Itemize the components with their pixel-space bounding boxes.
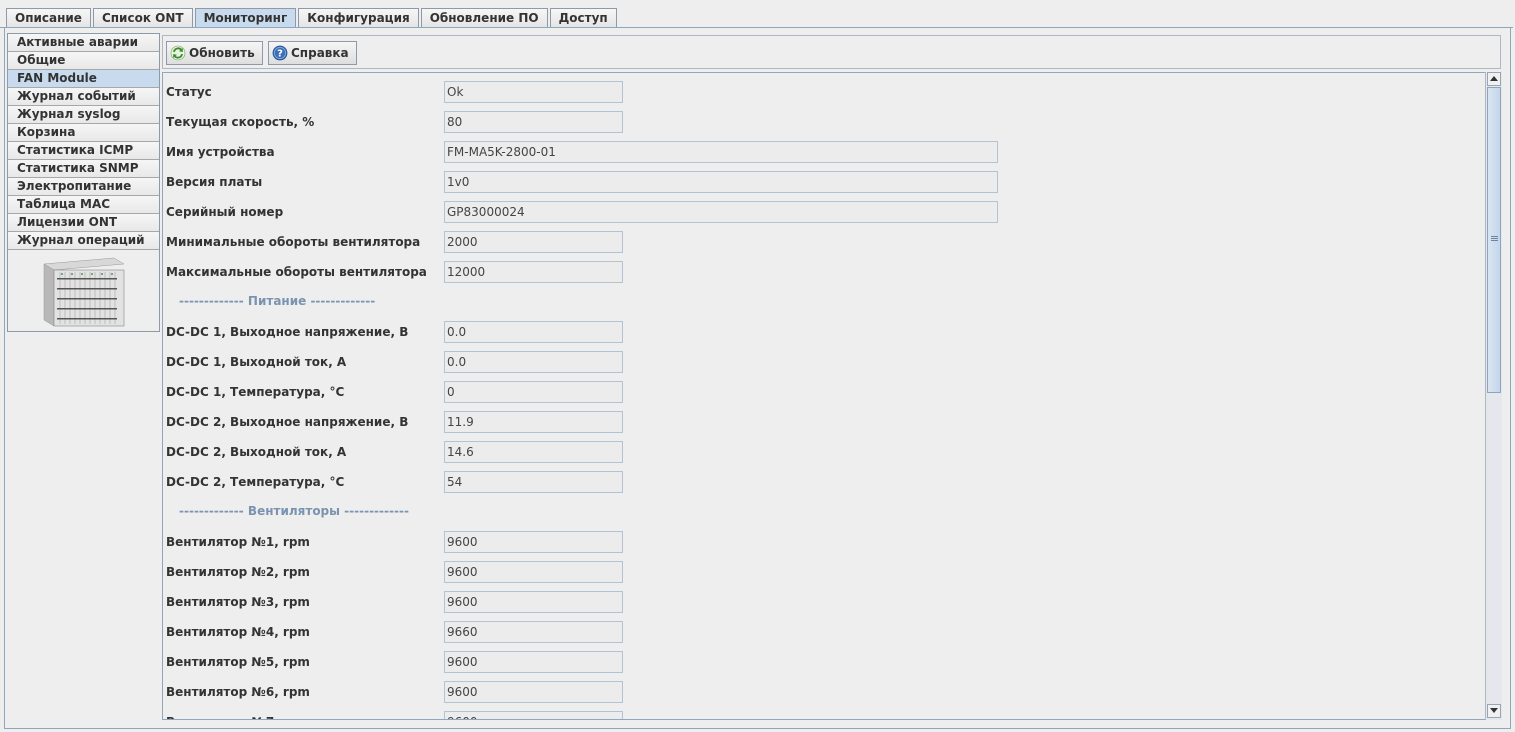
power-section-header: ------------- Питание ------------- (179, 294, 376, 308)
field-label: DC-DC 1, Выходное напряжение, В (166, 325, 409, 339)
fan-1-rpm-field[interactable]: 9600 (444, 531, 623, 553)
refresh-button[interactable]: Обновить (166, 41, 263, 65)
main-tabs: Описание Список ONT Мониторинг Конфигура… (6, 8, 619, 28)
field-label: DC-DC 1, Температура, °C (166, 385, 345, 399)
field-label: Вентилятор №5, rpm (166, 655, 310, 669)
tab-firmware-update[interactable]: Обновление ПО (420, 8, 548, 28)
field-label: Вентилятор №2, rpm (166, 565, 310, 579)
field-label: Текущая скорость, % (166, 115, 315, 129)
dc2-voltage-field[interactable]: 11.9 (444, 411, 623, 433)
tab-monitoring[interactable]: Мониторинг (194, 8, 297, 28)
sidebar-item-ont-licenses[interactable]: Лицензии ONT (8, 214, 159, 232)
field-label: Вентилятор №3, rpm (166, 595, 310, 609)
thumb-grip (1491, 240, 1498, 241)
dc1-current-field[interactable]: 0.0 (444, 351, 623, 373)
max-rpm-field[interactable]: 12000 (444, 261, 623, 283)
sidebar-item-power[interactable]: Электропитание (8, 178, 159, 196)
field-label: Минимальные обороты вентилятора (166, 235, 421, 249)
field-label: Вентилятор №4, rpm (166, 625, 310, 639)
fan-7-rpm-field[interactable]: 9600 (444, 711, 623, 719)
field-label: DC-DC 1, Выходной ток, А (166, 355, 347, 369)
arrow-up-icon (1490, 76, 1498, 81)
svg-text:?: ? (277, 49, 283, 60)
fan-4-rpm-field[interactable]: 9660 (444, 621, 623, 643)
sidebar-item-syslog[interactable]: Журнал syslog (8, 106, 159, 124)
serial-number-field[interactable]: GP83000024 (444, 201, 998, 223)
fans-section-header: ------------- Вентиляторы ------------- (179, 504, 409, 518)
fan-2-rpm-field[interactable]: 9600 (444, 561, 623, 583)
board-version-field[interactable]: 1v0 (444, 171, 998, 193)
sidebar-item-chassis[interactable]: Корзина (8, 124, 159, 142)
field-label: DC-DC 2, Выходной ток, А (166, 445, 347, 459)
fan-module-panel: Статус Ok Текущая скорость, % 80 Имя уст… (162, 72, 1502, 720)
thumb-grip (1491, 236, 1498, 237)
field-label: Вентилятор №1, rpm (166, 535, 310, 549)
field-label: Статус (166, 85, 212, 99)
refresh-icon (170, 45, 186, 61)
field-label: Имя устройства (166, 145, 275, 159)
field-label: Версия платы (166, 175, 263, 189)
sidebar-item-snmp-stats[interactable]: Статистика SNMP (8, 160, 159, 178)
arrow-down-icon (1490, 708, 1498, 713)
tab-description[interactable]: Описание (6, 8, 91, 28)
status-field[interactable]: Ok (444, 81, 623, 103)
tab-ont-list[interactable]: Список ONT (92, 8, 193, 28)
thumb-grip (1491, 238, 1498, 239)
scroll-up-button[interactable] (1487, 72, 1501, 86)
field-label: DC-DC 2, Температура, °C (166, 475, 345, 489)
scrollbar-thumb[interactable] (1487, 87, 1501, 393)
monitoring-sidebar: Активные аварии Общие FAN Module Журнал … (7, 33, 160, 332)
fan-6-rpm-field[interactable]: 9600 (444, 681, 623, 703)
olt-chassis-image (43, 257, 125, 327)
vertical-scrollbar[interactable] (1485, 72, 1502, 720)
sidebar-item-operation-log[interactable]: Журнал операций (8, 232, 159, 250)
sidebar-item-general[interactable]: Общие (8, 52, 159, 70)
sidebar-item-mac-table[interactable]: Таблица MAC (8, 196, 159, 214)
min-rpm-field[interactable]: 2000 (444, 231, 623, 253)
sidebar-item-icmp-stats[interactable]: Статистика ICMP (8, 142, 159, 160)
device-name-field[interactable]: FM-MA5K-2800-01 (444, 141, 998, 163)
refresh-button-label: Обновить (189, 46, 255, 60)
speed-field[interactable]: 80 (444, 111, 623, 133)
field-label: Максимальные обороты вентилятора (166, 265, 427, 279)
help-button[interactable]: ? Справка (268, 41, 357, 65)
dc2-current-field[interactable]: 14.6 (444, 441, 623, 463)
help-icon: ? (272, 45, 288, 61)
fan-3-rpm-field[interactable]: 9600 (444, 591, 623, 613)
toolbar: Обновить ? Справка (162, 35, 1501, 69)
dc1-temperature-field[interactable]: 0 (444, 381, 623, 403)
help-button-label: Справка (291, 46, 349, 60)
sidebar-item-fan-module[interactable]: FAN Module (8, 70, 159, 88)
sidebar-item-active-alarms[interactable]: Активные аварии (8, 34, 159, 52)
fan-5-rpm-field[interactable]: 9600 (444, 651, 623, 673)
scroll-down-button[interactable] (1487, 704, 1501, 718)
tab-access[interactable]: Доступ (549, 8, 617, 28)
field-label: Вентилятор №7, rpm (166, 711, 310, 719)
field-label: Вентилятор №6, rpm (166, 685, 310, 699)
dc2-temperature-field[interactable]: 54 (444, 471, 623, 493)
field-label: DC-DC 2, Выходное напряжение, В (166, 415, 409, 429)
tab-configuration[interactable]: Конфигурация (298, 8, 419, 28)
dc1-voltage-field[interactable]: 0.0 (444, 321, 623, 343)
sidebar-item-event-log[interactable]: Журнал событий (8, 88, 159, 106)
field-label: Серийный номер (166, 205, 284, 219)
